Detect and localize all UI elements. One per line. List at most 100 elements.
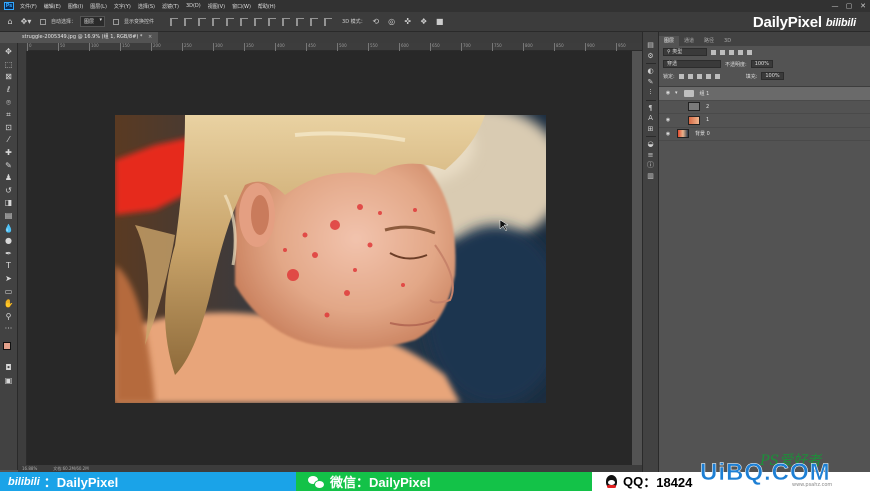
lock-transparent-icon[interactable]	[678, 73, 684, 79]
lasso-tool-icon[interactable]: ℓ	[2, 84, 16, 97]
history-brush-tool-icon[interactable]: ↺	[2, 185, 16, 198]
3d-roll-icon[interactable]: ◎	[386, 16, 398, 28]
opacity-field[interactable]: 100%	[750, 60, 773, 68]
filter-smart-icon[interactable]	[747, 49, 752, 55]
foreground-color-swatch[interactable]	[2, 341, 11, 350]
move-tool-preset-icon[interactable]: ✥▾	[20, 16, 32, 28]
brush-panel-icon[interactable]: ⵗ	[645, 87, 657, 98]
auto-select-dropdown[interactable]: 图层	[80, 16, 106, 27]
paragraph-panel-icon[interactable]: ¶	[645, 103, 657, 114]
3d-slide-icon[interactable]: ❖	[418, 16, 430, 28]
layer-filter-dropdown[interactable]: ⚲ 类型	[663, 48, 707, 56]
dodge-tool-icon[interactable]: ●	[2, 235, 16, 248]
tab-paths[interactable]: 路径	[699, 36, 719, 46]
fill-field[interactable]: 100%	[761, 72, 784, 80]
zoom-level[interactable]: 16.88%	[22, 466, 37, 471]
align-right-icon[interactable]	[240, 17, 249, 26]
distribute-vcenter-icon[interactable]	[268, 17, 277, 26]
gradient-tool-icon[interactable]: ▤	[2, 210, 16, 223]
distribute-hcenter-icon[interactable]	[310, 17, 319, 26]
blur-tool-icon[interactable]: 💧	[2, 222, 16, 235]
properties-panel-icon[interactable]: ⚙	[645, 51, 657, 62]
swatches-panel-icon[interactable]: ⊞	[645, 124, 657, 135]
filter-pixel-icon[interactable]	[711, 49, 716, 55]
maximize-button[interactable]: ▢	[842, 0, 856, 12]
visibility-eye-icon[interactable]: ◉	[664, 117, 672, 123]
character-panel-icon[interactable]: A	[645, 113, 657, 124]
menu-help[interactable]: 帮助(H)	[258, 3, 276, 10]
layer-row-2[interactable]: 2	[659, 101, 870, 114]
clone-stamp-tool-icon[interactable]: ♟	[2, 172, 16, 185]
shape-tool-icon[interactable]: ▭	[2, 285, 16, 298]
canvas-workspace[interactable]	[27, 51, 632, 465]
align-top-icon[interactable]	[170, 17, 179, 26]
3d-scale-icon[interactable]: ■	[434, 16, 446, 28]
document-canvas-image[interactable]	[115, 115, 546, 403]
menu-3d[interactable]: 3D(D)	[186, 3, 201, 9]
type-tool-icon[interactable]: T	[2, 260, 16, 273]
brush-tool-icon[interactable]: ✎	[2, 159, 16, 172]
visibility-eye-icon[interactable]: ◉	[664, 131, 672, 137]
layer-row-group-1[interactable]: ◉ ▾ 组 1	[659, 87, 870, 101]
visibility-eye-icon[interactable]: ◉	[664, 90, 672, 96]
menu-image[interactable]: 图像(I)	[68, 3, 83, 10]
distribute-top-icon[interactable]	[254, 17, 263, 26]
zoom-tool-icon[interactable]: ⚲	[2, 310, 16, 323]
auto-select-checkbox[interactable]	[40, 18, 46, 25]
eyedropper-tool-icon[interactable]: ⁄	[2, 134, 16, 147]
filter-adjustment-icon[interactable]	[720, 49, 725, 55]
menu-window[interactable]: 窗口(W)	[232, 3, 251, 10]
align-bottom-icon[interactable]	[198, 17, 207, 26]
adjustments-panel-icon[interactable]: ◐	[645, 66, 657, 77]
marquee-tool-icon[interactable]: ⬚	[2, 59, 16, 72]
menu-type[interactable]: 文字(Y)	[114, 3, 131, 10]
move-tool-icon[interactable]: ✥	[2, 46, 16, 59]
quick-select-tool-icon[interactable]: ⌾	[2, 96, 16, 109]
lock-all-icon[interactable]	[714, 73, 720, 79]
distribute-bottom-icon[interactable]	[282, 17, 291, 26]
info-panel-icon[interactable]: ⓘ	[645, 160, 657, 171]
layer-row-1[interactable]: ◉ 1	[659, 114, 870, 128]
screen-mode-icon[interactable]: ▣	[2, 374, 16, 387]
menu-file[interactable]: 文件(F)	[20, 3, 37, 10]
home-icon[interactable]: ⌂	[4, 16, 16, 28]
menu-select[interactable]: 选择(S)	[138, 3, 155, 10]
blend-mode-dropdown[interactable]: 穿透	[663, 60, 721, 68]
align-left-icon[interactable]	[212, 17, 221, 26]
menu-view[interactable]: 视图(V)	[208, 3, 225, 10]
3d-pan-icon[interactable]: ✜	[402, 16, 414, 28]
menu-edit[interactable]: 编辑(E)	[44, 3, 61, 10]
paths-panel-icon[interactable]: ≡	[645, 150, 657, 161]
close-window-button[interactable]: ✕	[856, 0, 870, 12]
lock-artboard-icon[interactable]	[705, 73, 711, 79]
eraser-tool-icon[interactable]: ◨	[2, 197, 16, 210]
filter-type-icon[interactable]	[729, 49, 734, 55]
tab-layers[interactable]: 图层	[659, 36, 680, 46]
libraries-panel-icon[interactable]: ▥	[645, 171, 657, 182]
align-vcenter-icon[interactable]	[184, 17, 193, 26]
lock-position-icon[interactable]	[696, 73, 702, 79]
quick-mask-icon[interactable]: ◘	[2, 362, 16, 375]
artboard-tool-icon[interactable]: ⊠	[2, 71, 16, 84]
show-transform-checkbox[interactable]	[113, 18, 120, 25]
hand-tool-icon[interactable]: ✋	[2, 298, 16, 311]
layer-row-background[interactable]: ◉ 背景 0	[659, 128, 870, 141]
3d-orbit-icon[interactable]: ⟲	[370, 16, 382, 28]
crop-tool-icon[interactable]: ⌗	[2, 109, 16, 122]
tab-3d[interactable]: 3D	[719, 36, 736, 46]
align-hcenter-icon[interactable]	[226, 17, 235, 26]
close-tab-icon[interactable]: ×	[148, 34, 152, 40]
filter-shape-icon[interactable]	[738, 49, 743, 55]
tab-channels[interactable]: 通道	[679, 36, 699, 46]
menu-layer[interactable]: 图层(L)	[90, 3, 107, 10]
frame-tool-icon[interactable]: ⊡	[2, 122, 16, 135]
channels-panel-icon[interactable]: ◒	[645, 139, 657, 150]
distribute-left-icon[interactable]	[296, 17, 305, 26]
menu-filter[interactable]: 滤镜(T)	[162, 3, 179, 10]
document-tab[interactable]: struggle-2005349.jpg @ 16.9% (组 1, RGB/8…	[18, 32, 159, 43]
pen-tool-icon[interactable]: ✒	[2, 248, 16, 261]
group-expand-icon[interactable]: ▾	[675, 90, 678, 96]
minimize-button[interactable]: —	[828, 0, 842, 12]
distribute-right-icon[interactable]	[324, 17, 333, 26]
path-select-tool-icon[interactable]: ➤	[2, 273, 16, 286]
